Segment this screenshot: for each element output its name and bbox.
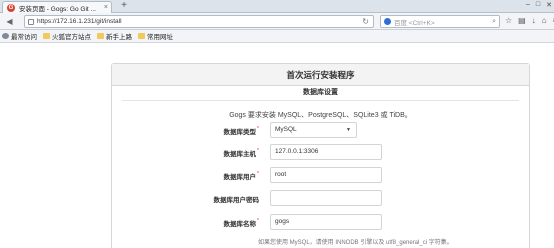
bookmarks-menu-icon[interactable]: ▤ — [518, 16, 526, 25]
navigation-bar: ◀ https://172.16.1.231/git/install ↻ 百度 … — [0, 13, 554, 30]
baidu-logo-icon — [384, 18, 391, 25]
tab-title: 安装页面 - Gogs: Go Git ... — [19, 5, 96, 13]
page-content: 首次运行安装程序 数据库设置 Gogs 要求安装 MySQL、PostgreSQ… — [0, 43, 554, 248]
db-type-value: MySQL — [275, 126, 297, 133]
db-type-row: 数据库类型* MySQL ▼ — [112, 122, 529, 138]
maximize-icon[interactable]: □ — [536, 1, 540, 9]
db-name-row: 数据库名称* gogs — [112, 214, 529, 230]
db-password-input[interactable] — [270, 190, 382, 206]
db-host-label: 数据库主机* — [223, 148, 259, 158]
toolbar-icons: ☆ ▤ ↓ ⌂ ≡ — [505, 16, 554, 25]
close-window-icon[interactable]: ✕ — [546, 1, 552, 9]
address-bar[interactable]: https://172.16.1.231/git/install ↻ — [24, 15, 374, 28]
dropdown-caret-icon: ▼ — [346, 127, 351, 133]
folder-icon — [138, 33, 145, 39]
bookmark-item[interactable]: 新手上路 — [97, 31, 132, 41]
required-star: * — [257, 171, 259, 177]
folder-icon — [43, 33, 50, 39]
gogs-favicon-icon: G — [7, 3, 15, 12]
bookmark-label: 火狐官方站点 — [52, 34, 91, 41]
bookmark-star-icon[interactable]: ☆ — [505, 16, 512, 25]
page-title: 首次运行安装程序 — [112, 64, 529, 86]
bookmark-label: 新手上路 — [106, 34, 132, 41]
install-form: 首次运行安装程序 数据库设置 Gogs 要求安装 MySQL、PostgreSQ… — [111, 63, 530, 248]
reload-icon[interactable]: ↻ — [362, 17, 369, 26]
bookmarks-bar: 最常访问 火狐官方站点 新手上路 常用网址 — [0, 30, 554, 43]
home-icon[interactable]: ⌂ — [542, 16, 547, 25]
back-icon[interactable]: ◀ — [4, 16, 15, 27]
db-host-row: 数据库主机* 127.0.0.1:3306 — [112, 144, 529, 160]
db-user-row: 数据库用户* root — [112, 167, 529, 183]
window-controls: – □ ✕ — [526, 1, 552, 9]
search-icon[interactable]: ⌕ — [492, 18, 496, 26]
required-star: * — [257, 126, 259, 132]
database-section-title: 数据库设置 — [122, 86, 519, 101]
search-placeholder: 百度 <Ctrl+K> — [394, 19, 435, 27]
close-tab-icon[interactable]: × — [104, 4, 108, 11]
bookmark-item[interactable]: 最常访问 — [2, 31, 37, 41]
url-text: https://172.16.1.231/git/install — [37, 18, 122, 25]
gear-icon — [2, 33, 9, 39]
db-help-text: 如果您使用 MySQL，请使用 INNODB 引擎以及 utf8_general… — [258, 240, 453, 246]
bookmark-label: 最常访问 — [11, 34, 37, 41]
db-name-label: 数据库名称* — [223, 218, 259, 228]
db-user-input[interactable]: root — [270, 167, 382, 183]
db-name-input[interactable]: gogs — [270, 214, 382, 230]
required-star: * — [257, 218, 259, 224]
browser-tab[interactable]: G 安装页面 - Gogs: Go Git ... × — [2, 1, 112, 13]
required-star: * — [257, 148, 259, 154]
requirement-note: Gogs 要求安装 MySQL、PostgreSQL、SQLite3 或 TiD… — [229, 112, 412, 119]
minimize-icon[interactable]: – — [526, 1, 530, 9]
new-tab-button[interactable]: + — [118, 1, 130, 12]
bookmark-item[interactable]: 火狐官方站点 — [43, 31, 91, 41]
lock-icon — [28, 18, 34, 25]
db-password-label: 数据库用户密码 — [213, 197, 260, 204]
bookmark-label: 常用网址 — [147, 34, 173, 41]
db-type-label: 数据库类型* — [223, 126, 259, 136]
db-type-select[interactable]: MySQL ▼ — [270, 122, 357, 138]
db-password-row: 数据库用户密码 — [112, 190, 529, 206]
bookmark-item[interactable]: 常用网址 — [138, 31, 173, 41]
folder-icon — [97, 33, 104, 39]
tab-bar: G 安装页面 - Gogs: Go Git ... × + – □ ✕ — [0, 0, 554, 13]
search-bar[interactable]: 百度 <Ctrl+K> ⌕ — [380, 15, 500, 28]
download-icon[interactable]: ↓ — [532, 16, 536, 25]
db-host-input[interactable]: 127.0.0.1:3306 — [270, 144, 382, 160]
db-user-label: 数据库用户* — [223, 171, 259, 181]
